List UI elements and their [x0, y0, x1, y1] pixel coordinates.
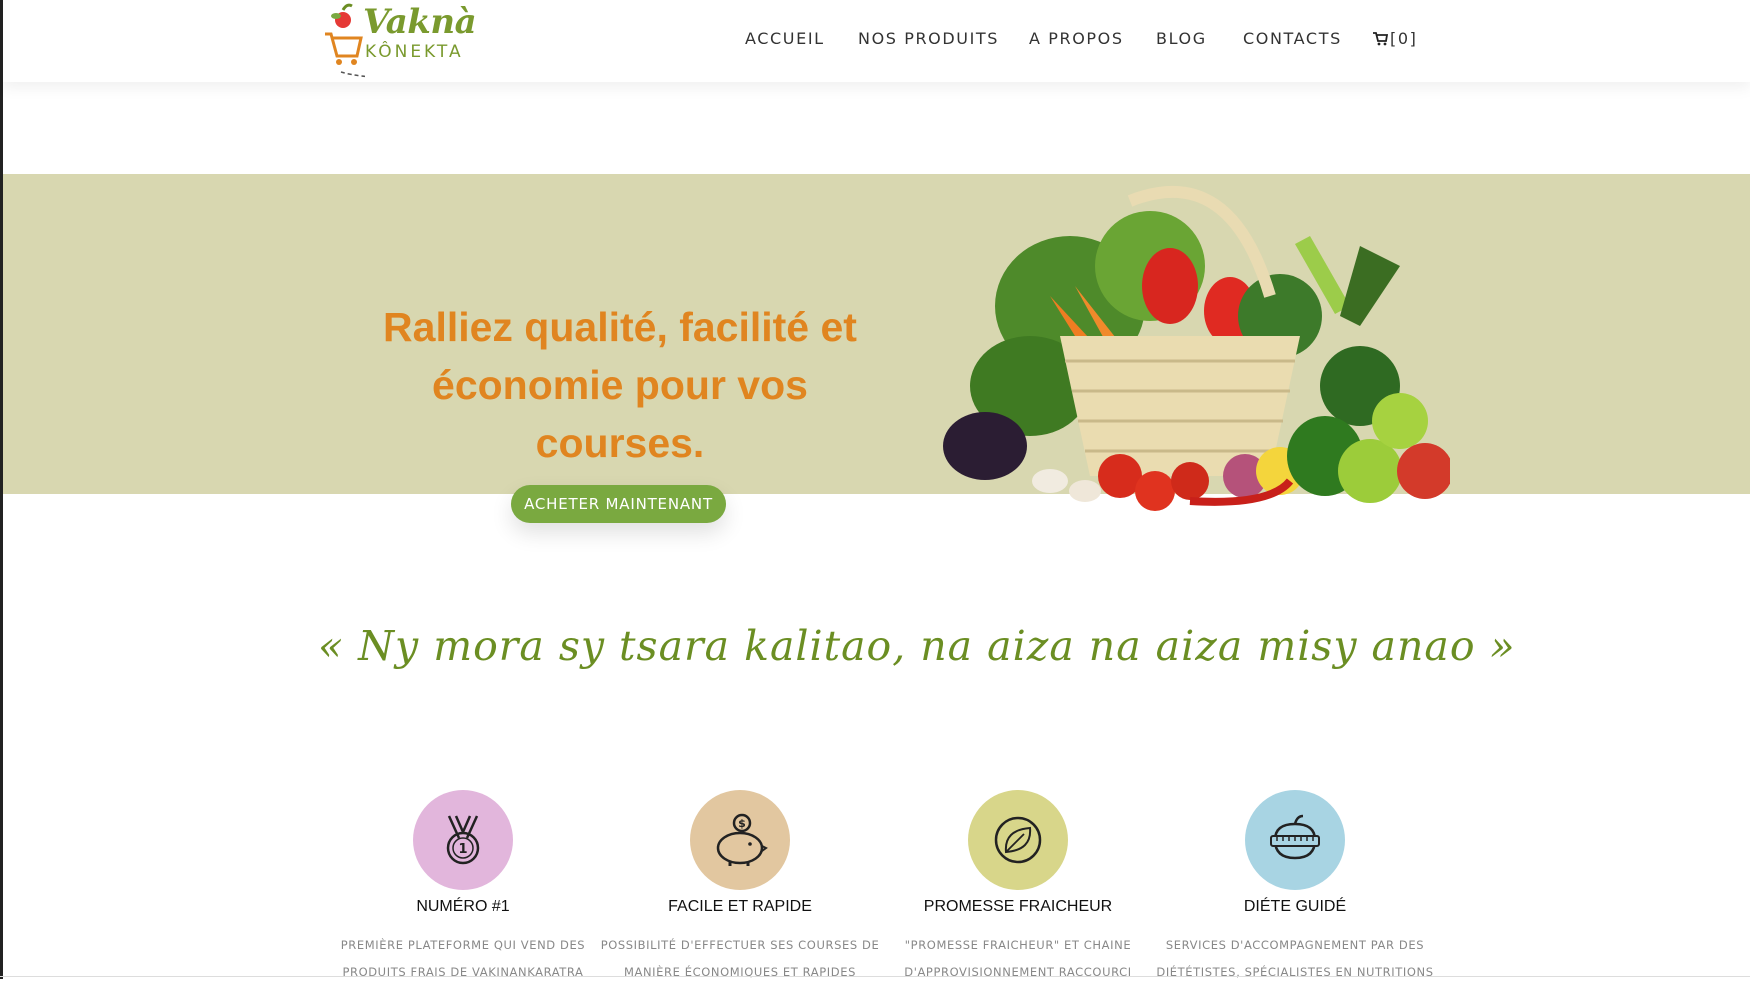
cart-icon	[1373, 31, 1388, 45]
feature-circle: 1	[413, 790, 513, 890]
nav-item-a-propos[interactable]: A PROPOS	[1029, 29, 1124, 48]
leaf-icon	[994, 816, 1042, 864]
site-header: Vaknà KÔNEKTA ACCUEIL NOS PRODUITS A PRO…	[3, 0, 1750, 82]
nav-item-blog[interactable]: BLOG	[1156, 29, 1207, 48]
nav-item-accueil[interactable]: ACCUEIL	[745, 29, 825, 48]
feature-title: PROMESSE FRAICHEUR	[923, 898, 1113, 915]
feature-title: NUMÉRO #1	[416, 898, 510, 915]
feature-title: DIÉTE GUIDÉ	[1243, 898, 1347, 915]
feature-description: SERVICES D'ACCOMPAGNEMENT PAR DES DIÉTÉT…	[1155, 932, 1435, 986]
logo-text-vakna: Vaknà	[363, 2, 477, 42]
hero-title: Ralliez qualité, facilité et économie po…	[383, 304, 857, 466]
slogan-heading: « Ny mora sy tsara kalitao, na aiza na a…	[318, 622, 1516, 670]
svg-text:$: $	[738, 817, 746, 830]
feature-desc-line: PREMIÈRE PLATEFORME QUI VEND DES	[340, 938, 586, 952]
logo-text-konekta: KÔNEKTA	[365, 42, 464, 62]
piggy-bank-icon: $	[716, 813, 768, 866]
diet-icon	[1270, 814, 1320, 860]
feature-desc-line: PRODUITS FRAIS DE VAKINANKARATRA	[342, 965, 584, 979]
cart-logo-icon	[325, 3, 365, 78]
svg-text:1: 1	[458, 842, 467, 857]
feature-title: FACILE ET RAPIDE	[668, 898, 812, 915]
feature-description: "PROMESSE FRAICHEUR" ET CHAINE D'APPROVI…	[878, 932, 1158, 986]
feature-desc-line: MANIÈRE ÉCONOMIQUES ET RAPIDES	[623, 965, 857, 979]
feature-desc-line: POSSIBILITÉ D'EFFECTUER SES COURSES DE	[600, 938, 880, 952]
feature-circle	[968, 790, 1068, 890]
nav-cart[interactable]: [0]	[1373, 29, 1417, 48]
feature-desc-line: DIÉTÉTISTES, SPÉCIALISTES EN NUTRITIONS	[1156, 965, 1434, 979]
feature-desc-line: "PROMESSE FRAICHEUR" ET CHAINE	[904, 938, 1132, 952]
feature-circle	[1245, 790, 1345, 890]
feature-desc-line: SERVICES D'ACCOMPAGNEMENT PAR DES	[1165, 938, 1425, 952]
feature-description: PREMIÈRE PLATEFORME QUI VEND DES PRODUIT…	[323, 932, 603, 986]
page-divider	[0, 976, 1750, 977]
feature-desc-line: D'APPROVISIONNEMENT RACCOURCI	[904, 965, 1132, 979]
medal-icon: 1	[446, 815, 480, 865]
vegetable-basket-image	[943, 186, 1450, 511]
feature-circle: $	[690, 790, 790, 890]
cart-count: [0]	[1390, 29, 1418, 48]
nav-item-nos-produits[interactable]: NOS PRODUITS	[858, 29, 999, 48]
feature-description: POSSIBILITÉ D'EFFECTUER SES COURSES DE M…	[600, 932, 880, 986]
nav-item-contacts[interactable]: CONTACTS	[1243, 29, 1342, 48]
buy-now-button[interactable]: ACHETER MAINTENANT	[511, 485, 726, 523]
site-logo[interactable]: Vaknà KÔNEKTA	[321, 0, 479, 82]
